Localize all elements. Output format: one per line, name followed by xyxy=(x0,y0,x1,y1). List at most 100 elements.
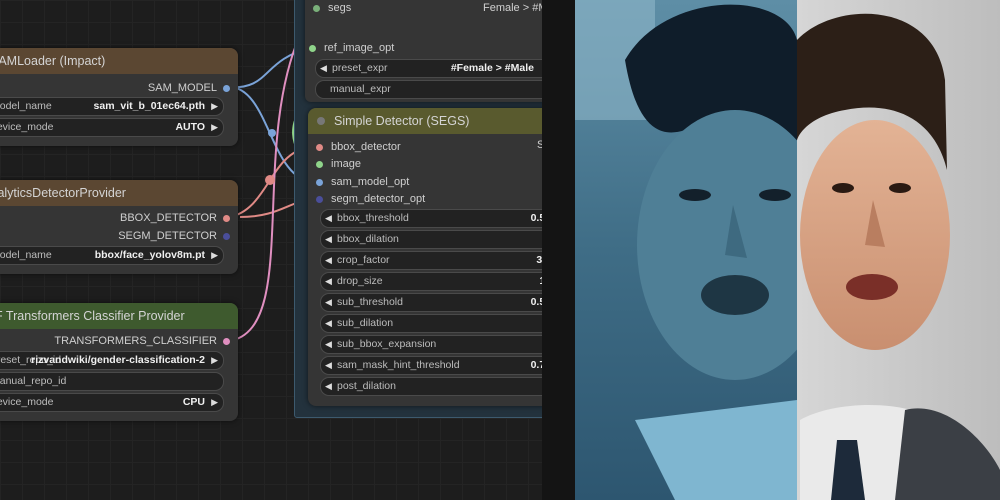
reroute-dot-bbox[interactable] xyxy=(265,175,275,185)
ultralytics-title: UltralyticsDetectorProvider xyxy=(0,186,126,200)
left-eye-1 xyxy=(679,189,711,201)
left-arrow-icon[interactable]: ◀ xyxy=(325,336,332,353)
bbox-detector-output[interactable]: BBOX_DETECTOR xyxy=(120,210,230,226)
collapse-dot-icon[interactable] xyxy=(317,117,325,125)
input-image[interactable]: image xyxy=(316,156,361,172)
widget-crop-factor[interactable]: ◀ crop_factor 3.0 xyxy=(320,251,556,270)
sam-device-mode-value: AUTO xyxy=(175,121,205,133)
preset-expr-widget[interactable]: ◀ preset_expr #Female > #Male xyxy=(315,59,557,78)
hf-device-mode-widget[interactable]: device_mode CPU ▶ xyxy=(0,393,224,412)
segs-filter-node[interactable]: segs Female > #Male ref_image_opt ◀ pres… xyxy=(305,0,562,102)
ultralytics-title-bar[interactable]: UltralyticsDetectorProvider xyxy=(0,180,238,206)
right-eye-1 xyxy=(832,183,854,193)
widget-sub-bbox-expansion[interactable]: ◀ sub_bbox_expansion 0 xyxy=(320,335,556,354)
manual-repo-label: manual_repo_id xyxy=(0,375,67,387)
preset-repo-value: rizvandwiki/gender-classification-2 xyxy=(31,354,205,366)
sub-bbox-expansion-label: sub_bbox_expansion xyxy=(337,338,437,350)
socket-dot-icon[interactable] xyxy=(223,337,230,345)
socket-dot-icon[interactable] xyxy=(316,160,323,168)
sam-model-output[interactable]: SAM_MODEL xyxy=(148,80,230,96)
widget-bbox-dilation[interactable]: ◀ bbox_dilation 0 xyxy=(320,230,556,249)
simple-detector-node[interactable]: Simple Detector (SEGS) bbox_detector S i… xyxy=(308,108,556,406)
ref-image-input-row[interactable]: ref_image_opt xyxy=(309,40,394,56)
input-segm-detector-opt[interactable]: segm_detector_opt xyxy=(316,191,425,207)
left-arrow-icon[interactable]: ◀ xyxy=(325,273,332,290)
left-arrow-icon[interactable]: ◀ xyxy=(325,357,332,374)
segm-detector-output-label: SEGM_DETECTOR xyxy=(118,230,217,242)
left-arrow-icon[interactable]: ◀ xyxy=(320,60,327,77)
input-bbox-detector[interactable]: bbox_detector xyxy=(316,139,401,155)
socket-dot-icon[interactable] xyxy=(316,178,323,186)
left-eye-2 xyxy=(759,189,791,201)
hf-device-mode-label: device_mode xyxy=(0,396,54,408)
transformers-classifier-output-label: TRANSFORMERS_CLASSIFIER xyxy=(54,335,217,347)
left-arrow-icon[interactable]: ◀ xyxy=(325,210,332,227)
sam-model-name-widget[interactable]: model_name sam_vit_b_01ec64.pth ▶ xyxy=(0,97,224,116)
comparison-image xyxy=(575,0,1000,500)
socket-dot-icon[interactable] xyxy=(313,4,320,12)
sam-loader-title-bar[interactable]: SAMLoader (Impact) xyxy=(0,48,238,74)
sub-threshold-label: sub_threshold xyxy=(337,296,403,308)
left-mouth xyxy=(701,275,769,315)
bbox-detector-output-label: BBOX_DETECTOR xyxy=(120,212,217,224)
ultralytics-node[interactable]: UltralyticsDetectorProvider BBOX_DETECTO… xyxy=(0,180,238,274)
socket-dot-icon[interactable] xyxy=(309,44,316,52)
drop-size-label: drop_size xyxy=(337,275,383,287)
left-arrow-icon[interactable]: ◀ xyxy=(325,231,332,248)
preset-expr-value: #Female > #Male xyxy=(450,62,534,74)
manual-repo-widget[interactable]: manual_repo_id xyxy=(0,372,224,391)
input-sam-model-opt[interactable]: sam_model_opt xyxy=(316,174,409,190)
widget-sub-dilation[interactable]: ◀ sub_dilation 0 xyxy=(320,314,556,333)
socket-dot-icon[interactable] xyxy=(223,232,230,240)
hf-classifier-title-bar[interactable]: HF Transformers Classifier Provider xyxy=(0,303,238,329)
post-dilation-label: post_dilation xyxy=(337,380,396,392)
ultralytics-model-name-widget[interactable]: model_name bbox/face_yolov8m.pt ▶ xyxy=(0,246,224,265)
segm-detector-output[interactable]: SEGM_DETECTOR xyxy=(118,228,230,244)
input-image-label: image xyxy=(331,158,361,170)
right-arrow-icon[interactable]: ▶ xyxy=(211,98,218,115)
reroute-dot-sam[interactable] xyxy=(268,129,276,137)
left-arrow-icon[interactable]: ◀ xyxy=(325,378,332,395)
right-eye-2 xyxy=(889,183,911,193)
preset-expr-label: preset_expr xyxy=(332,62,388,74)
right-arrow-icon[interactable]: ▶ xyxy=(211,247,218,264)
hf-classifier-node[interactable]: HF Transformers Classifier Provider TRAN… xyxy=(0,303,238,421)
socket-dot-icon[interactable] xyxy=(316,195,323,203)
segs-input-row[interactable]: segs Female > #Male xyxy=(313,0,562,16)
simple-detector-title-bar[interactable]: Simple Detector (SEGS) xyxy=(308,108,556,134)
sam-loader-title: SAMLoader (Impact) xyxy=(0,54,106,68)
left-arrow-icon[interactable]: ◀ xyxy=(325,252,332,269)
widget-drop-size[interactable]: ◀ drop_size 10 xyxy=(320,272,556,291)
manual-expr-widget[interactable]: manual_expr xyxy=(315,80,557,99)
node-graph-canvas[interactable]: SAMLoader (Impact) SAM_MODEL model_name … xyxy=(0,0,575,500)
face-swap-comparison-image xyxy=(575,0,1000,500)
canvas-edge-shadow xyxy=(542,0,575,500)
sam-model-output-label: SAM_MODEL xyxy=(147,82,217,94)
right-arrow-icon[interactable]: ▶ xyxy=(211,352,218,369)
crop-factor-label: crop_factor xyxy=(337,254,390,266)
preset-repo-widget[interactable]: preset_repo_id rizvandwiki/gender-classi… xyxy=(0,351,224,370)
right-mouth xyxy=(846,274,898,300)
right-arrow-icon[interactable]: ▶ xyxy=(211,394,218,411)
widget-bbox-threshold[interactable]: ◀ bbox_threshold 0.50 xyxy=(320,209,556,228)
socket-dot-icon[interactable] xyxy=(223,214,230,222)
sam-loader-node[interactable]: SAMLoader (Impact) SAM_MODEL model_name … xyxy=(0,48,238,146)
left-arrow-icon[interactable]: ◀ xyxy=(325,315,332,332)
transformers-classifier-output[interactable]: TRANSFORMERS_CLASSIFIER xyxy=(54,333,230,349)
socket-dot-icon[interactable] xyxy=(316,143,323,151)
widget-sub-threshold[interactable]: ◀ sub_threshold 0.50 xyxy=(320,293,556,312)
ref-image-label: ref_image_opt xyxy=(324,42,395,54)
input-sam-model-opt-label: sam_model_opt xyxy=(331,176,410,188)
widget-sam-mask-hint-threshold[interactable]: ◀ sam_mask_hint_threshold 0.70 xyxy=(320,356,556,375)
ultralytics-model-name-label: model_name xyxy=(0,249,52,261)
right-arrow-icon[interactable]: ▶ xyxy=(211,119,218,136)
widget-post-dilation[interactable]: ◀ post_dilation 0 xyxy=(320,377,556,396)
sam-model-name-value: sam_vit_b_01ec64.pth xyxy=(93,100,205,112)
segs-input-label: segs xyxy=(328,2,352,14)
socket-dot-icon[interactable] xyxy=(223,84,230,92)
sam-device-mode-widget[interactable]: device_mode AUTO ▶ xyxy=(0,118,224,137)
left-arrow-icon[interactable]: ◀ xyxy=(325,294,332,311)
hf-classifier-title: HF Transformers Classifier Provider xyxy=(0,309,185,323)
sam-model-name-label: model_name xyxy=(0,100,52,112)
input-segm-detector-opt-label: segm_detector_opt xyxy=(331,193,426,205)
